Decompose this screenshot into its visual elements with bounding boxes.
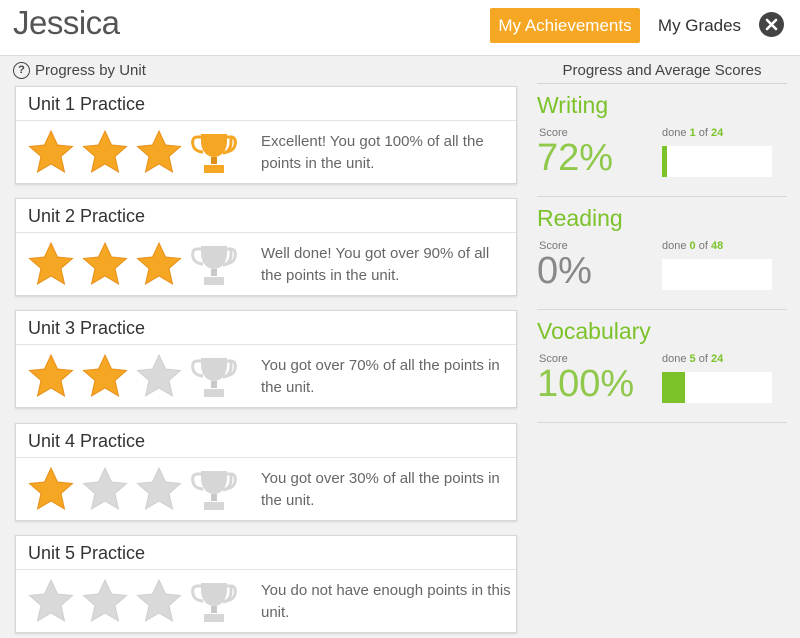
done-count: done 1 of 24 [662, 127, 723, 139]
progress-fill [662, 146, 667, 177]
star-filled-icon [82, 129, 128, 175]
progress-by-unit-title: Progress by Unit [35, 61, 146, 79]
progress-by-unit-heading: ? Progress by Unit [13, 60, 146, 80]
unit-title: Unit 3 Practice [16, 311, 516, 345]
help-icon[interactable]: ? [13, 61, 30, 79]
of-text: of [698, 240, 708, 252]
unit-title: Unit 2 Practice [16, 199, 516, 233]
score-value: 72% [537, 137, 614, 179]
star-empty-icon [136, 353, 182, 399]
done-text: done [662, 240, 687, 252]
total-number: 24 [710, 127, 724, 139]
close-icon [765, 18, 778, 31]
unit-title: Unit 4 Practice [16, 424, 516, 458]
star-filled-icon [28, 466, 74, 512]
unit-body: Well done! You got over 90% of all the p… [16, 233, 516, 295]
unit-message: You got over 70% of all the points in th… [261, 357, 500, 396]
trophy-gray-icon [190, 241, 238, 289]
progress-bar [662, 259, 772, 290]
trophy-gray-icon [190, 578, 238, 626]
progress-bar [662, 372, 772, 403]
of-text: of [698, 127, 708, 139]
done-text: done [662, 127, 687, 139]
unit-message: Well done! You got over 90% of all the p… [261, 245, 490, 284]
unit-card[interactable]: Unit 5 Practice You do not have enough po… [15, 535, 517, 633]
unit-card[interactable]: Unit 2 Practice Well done! You got over 9… [15, 198, 517, 296]
trophy-gray-icon [190, 466, 238, 514]
star-empty-icon [28, 578, 74, 624]
star-empty-icon [136, 466, 182, 512]
unit-title: Unit 1 Practice [16, 87, 516, 121]
tab-my-grades[interactable]: My Grades [652, 8, 747, 43]
skill-name: Vocabulary [537, 318, 651, 344]
score-value: 0% [537, 250, 592, 292]
unit-card[interactable]: Unit 3 Practice You got over 70% of all t… [15, 310, 517, 408]
unit-message: Excellent! You got 100% of all the point… [261, 133, 484, 172]
star-empty-icon [82, 466, 128, 512]
skill-reading: Reading Score 0% done 0 of 48 [537, 198, 787, 310]
progress-bar [662, 146, 772, 177]
unit-message: You do not have enough points in this un… [261, 582, 511, 621]
user-name: Jessica [13, 4, 120, 41]
trophy-gold-icon [190, 129, 238, 177]
skill-name: Writing [537, 92, 609, 118]
done-count: done 0 of 48 [662, 240, 723, 252]
trophy-gray-icon [190, 353, 238, 401]
unit-card[interactable]: Unit 4 Practice You got over 30% of all t… [15, 423, 517, 521]
done-text: done [662, 353, 687, 365]
unit-message: You got over 30% of all the points in th… [261, 470, 500, 509]
done-count: done 5 of 24 [662, 353, 723, 365]
unit-body: You got over 70% of all the points in th… [16, 345, 516, 407]
header: Jessica My Achievements My Grades [0, 0, 800, 56]
star-filled-icon [28, 129, 74, 175]
close-button[interactable] [759, 12, 784, 37]
total-number: 48 [710, 240, 724, 252]
skill-name: Reading [537, 205, 623, 231]
star-empty-icon [136, 578, 182, 624]
star-empty-icon [82, 578, 128, 624]
skill-vocabulary: Vocabulary Score 100% done 5 of 24 [537, 311, 787, 423]
total-number: 24 [710, 353, 724, 365]
star-filled-icon [28, 353, 74, 399]
unit-card[interactable]: Unit 1 Practice Excellent! You got 100% o… [15, 86, 517, 184]
of-text: of [698, 353, 708, 365]
tab-my-achievements[interactable]: My Achievements [490, 8, 640, 43]
star-filled-icon [28, 241, 74, 287]
score-value: 100% [537, 363, 635, 405]
star-filled-icon [82, 241, 128, 287]
done-number: 1 [689, 127, 696, 139]
unit-title: Unit 5 Practice [16, 536, 516, 570]
star-filled-icon [82, 353, 128, 399]
progress-average-scores-title: Progress and Average Scores [537, 58, 787, 84]
unit-body: Excellent! You got 100% of all the point… [16, 121, 516, 183]
done-number: 0 [689, 240, 696, 252]
progress-fill [662, 372, 685, 403]
unit-body: You do not have enough points in this un… [16, 570, 516, 632]
skill-writing: Writing Score 72% done 1 of 24 [537, 85, 787, 197]
done-number: 5 [689, 353, 696, 365]
star-filled-icon [136, 241, 182, 287]
unit-body: You got over 30% of all the points in th… [16, 458, 516, 520]
star-filled-icon [136, 129, 182, 175]
